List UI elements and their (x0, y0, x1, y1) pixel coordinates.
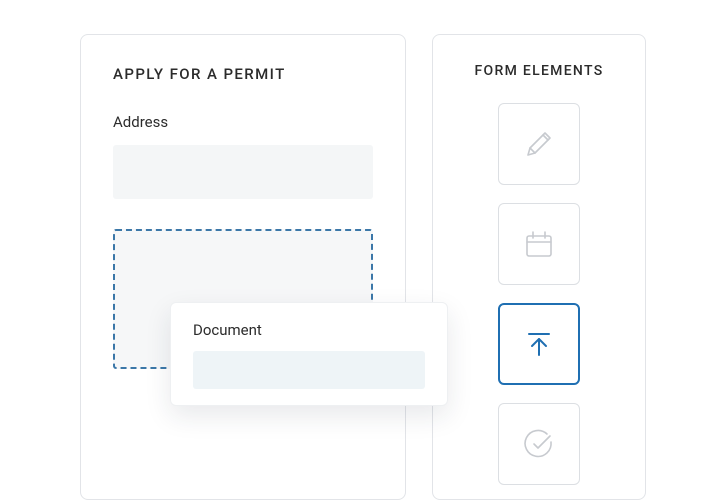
document-label: Document (193, 321, 425, 339)
address-field: Address (113, 113, 373, 199)
upload-icon (519, 324, 559, 364)
document-file-input[interactable] (193, 351, 425, 389)
address-input[interactable] (113, 145, 373, 199)
palette-title: FORM ELEMENTS (475, 63, 604, 79)
tool-upload[interactable] (498, 303, 580, 385)
form-title: APPLY FOR A PERMIT (113, 65, 373, 83)
tool-date[interactable] (498, 203, 580, 285)
palette-panel: FORM ELEMENTS (432, 34, 646, 500)
calendar-icon (519, 224, 559, 264)
address-label: Address (113, 113, 373, 131)
form-panel: APPLY FOR A PERMIT Address (80, 34, 406, 500)
check-circle-icon (519, 424, 559, 464)
tool-text[interactable] (498, 103, 580, 185)
tool-confirm[interactable] (498, 403, 580, 485)
pencil-icon (519, 124, 559, 164)
palette-list (498, 103, 580, 485)
dragging-element-card[interactable]: Document (170, 302, 448, 406)
